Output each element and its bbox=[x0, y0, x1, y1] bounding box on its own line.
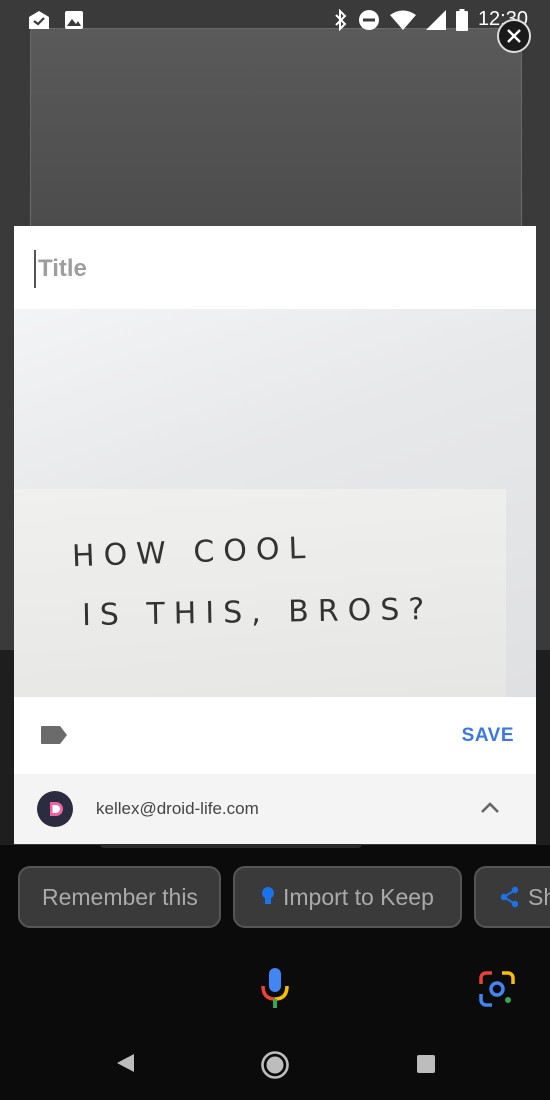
microphone-icon[interactable] bbox=[258, 966, 292, 1015]
avatar bbox=[37, 791, 73, 827]
share-icon bbox=[500, 886, 520, 908]
background-edge bbox=[0, 650, 14, 845]
battery-icon bbox=[455, 8, 468, 31]
signal-icon bbox=[425, 9, 446, 30]
close-button[interactable] bbox=[497, 19, 531, 53]
account-email: kellex@droid-life.com bbox=[96, 799, 259, 818]
title-row bbox=[14, 226, 536, 309]
chip-remember-this[interactable]: Remember this bbox=[18, 866, 221, 928]
chevron-up-icon[interactable] bbox=[480, 800, 500, 819]
close-icon bbox=[507, 29, 521, 43]
back-icon[interactable] bbox=[114, 1052, 136, 1079]
chip-import-to-keep[interactable]: Import to Keep bbox=[233, 866, 462, 928]
do-not-disturb-icon bbox=[358, 9, 380, 31]
keep-note-card: HOW COOL IS THIS, BROS? SAVE kellex@droi… bbox=[14, 226, 536, 844]
status-bar: 12:30 bbox=[0, 0, 550, 42]
assistant-handle bbox=[100, 844, 362, 848]
lightbulb-icon bbox=[261, 886, 275, 908]
droid-life-logo-icon bbox=[43, 797, 67, 821]
background-edge bbox=[536, 650, 550, 845]
bluetooth-icon bbox=[334, 8, 348, 31]
google-lens-icon[interactable] bbox=[478, 970, 516, 1013]
wifi-icon bbox=[389, 10, 416, 30]
handwritten-line-2: IS THIS, BROS? bbox=[81, 591, 434, 634]
home-icon[interactable] bbox=[260, 1050, 290, 1085]
chip-label: Remember this bbox=[42, 883, 198, 910]
recent-apps-icon[interactable] bbox=[416, 1054, 436, 1079]
chip-share[interactable]: Sh bbox=[474, 866, 550, 928]
chip-label: Import to Keep bbox=[283, 883, 434, 910]
account-row[interactable]: kellex@droid-life.com bbox=[14, 774, 536, 844]
title-input[interactable] bbox=[34, 250, 520, 288]
save-button[interactable]: SAVE bbox=[462, 725, 514, 747]
label-icon[interactable] bbox=[40, 725, 68, 750]
mail-check-icon bbox=[28, 10, 50, 30]
note-image: HOW COOL IS THIS, BROS? bbox=[14, 309, 536, 697]
chip-label: Sh bbox=[528, 883, 550, 910]
background-preview-card bbox=[30, 28, 522, 229]
actions-row: SAVE bbox=[14, 697, 536, 774]
image-icon bbox=[64, 10, 84, 30]
navigation-bar bbox=[0, 1030, 550, 1100]
